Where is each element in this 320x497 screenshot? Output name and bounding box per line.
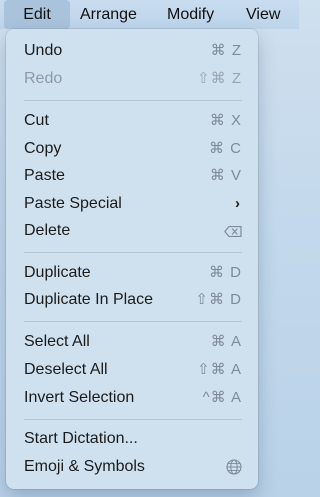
menu-separator [24,321,242,322]
menu-item-label: Copy [24,140,62,157]
menu-separator [24,252,242,253]
shortcut-label: ⇧⌘ Z [197,70,242,87]
menu-item-start-dictation[interactable]: Start Dictation... [24,426,244,452]
menu-item-duplicate[interactable]: Duplicate ⌘ D [24,260,244,286]
menu-item-label: Undo [24,42,63,59]
menu-item-redo: Redo ⇧⌘ Z [24,66,244,92]
menu-item-label: Emoji & Symbols [24,458,145,475]
menu-separator [24,419,242,420]
chevron-right-icon: › [235,195,240,212]
shortcut-label: ⌘ C [209,140,242,157]
menu-item-label: Select All [24,333,90,350]
shortcut-label: ⇧⌘ D [195,291,242,308]
menubar-item-view[interactable]: View [246,0,280,29]
menu-item-label: Invert Selection [24,389,135,406]
shortcut-label: ⌘ A [210,333,242,350]
globe-icon [226,459,242,475]
menu-item-paste-special[interactable]: Paste Special › [24,191,244,217]
menu-item-paste[interactable]: Paste ⌘ V [24,163,244,189]
shortcut-label: ⌘ V [209,167,242,184]
menu-item-label: Deselect All [24,361,108,378]
shortcut-label: ⇧⌘ A [197,361,242,378]
menu-item-undo[interactable]: Undo ⌘ Z [24,38,244,64]
menu-item-select-all[interactable]: Select All ⌘ A [24,329,244,355]
shortcut-label: ⌘ X [209,112,242,129]
menu-item-label: Start Dictation... [24,430,138,447]
menu-item-label: Duplicate [24,264,91,281]
menubar-item-modify[interactable]: Modify [167,0,214,29]
edit-menu-dropdown: Undo ⌘ Z Redo ⇧⌘ Z Cut ⌘ X Copy ⌘ C Past… [6,29,258,489]
shortcut-label: ⌘ D [209,264,242,281]
menu-item-invert-selection[interactable]: Invert Selection ^⌘ A [24,385,244,411]
menu-item-emoji-symbols[interactable]: Emoji & Symbols [24,454,244,480]
menu-separator [24,100,242,101]
menu-item-label: Delete [24,222,71,239]
menu-item-label: Redo [24,70,63,87]
menu-item-deselect-all[interactable]: Deselect All ⇧⌘ A [24,357,244,383]
menu-item-copy[interactable]: Copy ⌘ C [24,136,244,162]
shortcut-label: ^⌘ A [202,389,242,406]
menu-item-label: Duplicate In Place [24,291,153,308]
menu-item-duplicate-in-place[interactable]: Duplicate In Place ⇧⌘ D [24,287,244,313]
delete-backward-icon [224,226,242,237]
menu-item-label: Paste [24,167,65,184]
menu-item-label: Cut [24,112,49,129]
shortcut-label: ⌘ Z [210,42,242,59]
menu-item-label: Paste Special [24,195,122,212]
menu-item-delete[interactable]: Delete [24,218,244,244]
menu-item-cut[interactable]: Cut ⌘ X [24,108,244,134]
menu-bar: Edit Arrange Modify View [0,0,299,29]
menubar-item-arrange[interactable]: Arrange [80,0,137,29]
menubar-item-edit[interactable]: Edit [4,0,70,29]
